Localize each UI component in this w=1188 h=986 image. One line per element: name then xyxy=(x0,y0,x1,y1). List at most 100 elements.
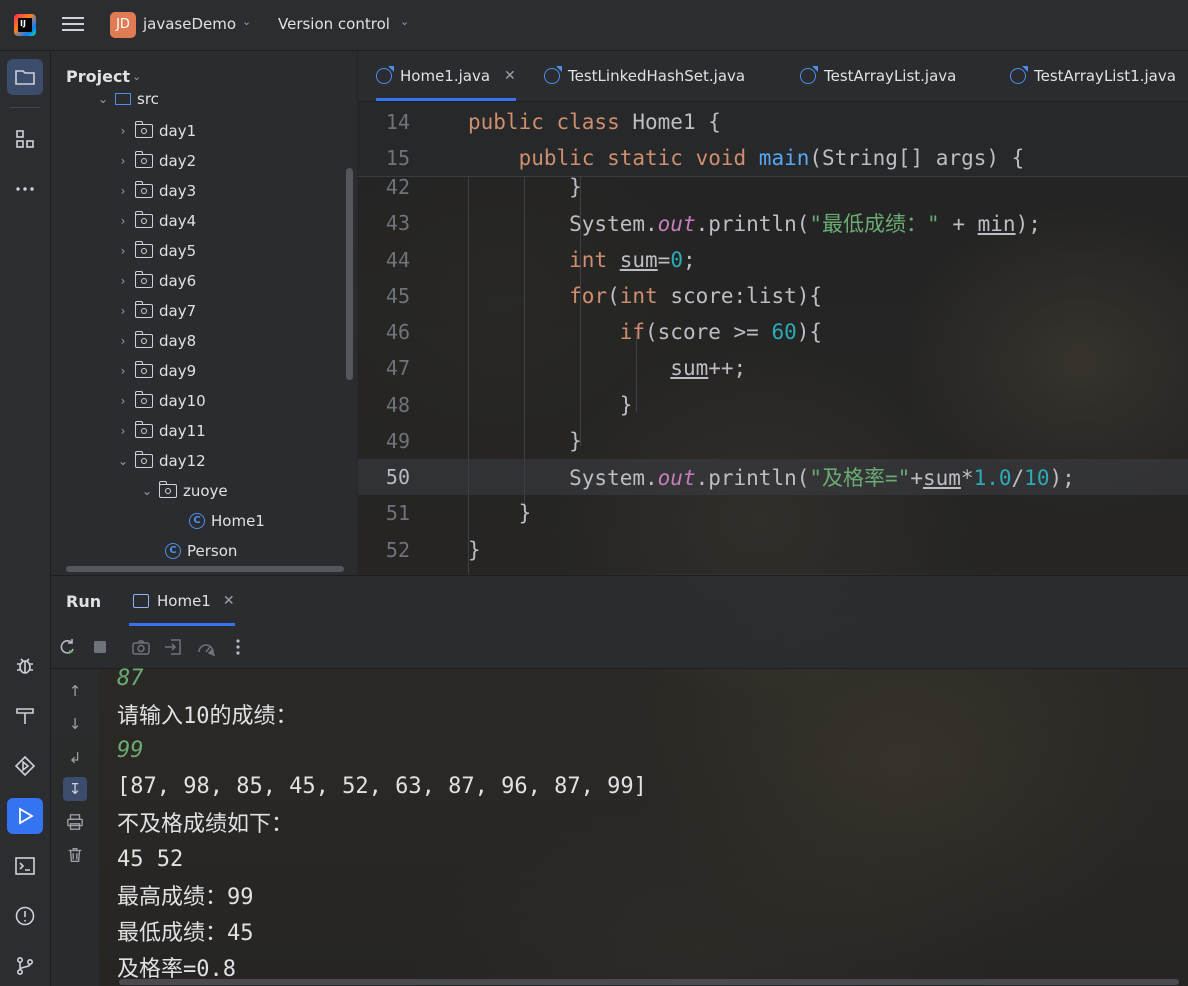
more-icon[interactable] xyxy=(7,171,43,207)
code-line-current[interactable]: 50 System.out.println("及格率="+sum*1.0/10)… xyxy=(358,459,1188,495)
chevron-right-icon[interactable]: › xyxy=(115,364,131,378)
project-name[interactable]: javaseDemo xyxy=(143,15,236,33)
tree-item-day4[interactable]: › day4 xyxy=(115,206,196,236)
chevron-down-icon[interactable]: ⌄ xyxy=(400,15,409,28)
code-line[interactable]: 51 } xyxy=(358,495,1188,531)
tab-run-home1[interactable]: Home1 ✕ xyxy=(129,576,235,626)
code-line[interactable]: 52 } xyxy=(358,532,1188,568)
chevron-right-icon[interactable]: › xyxy=(115,184,131,198)
code-line[interactable]: 42 } xyxy=(358,169,1188,205)
close-icon[interactable]: ✕ xyxy=(504,68,516,84)
chevron-right-icon[interactable]: › xyxy=(115,304,131,318)
tree-item-day8[interactable]: › day8 xyxy=(115,326,196,356)
project-panel-title[interactable]: Project xyxy=(66,67,130,86)
chevron-right-icon[interactable]: › xyxy=(115,154,131,168)
package-folder-icon xyxy=(134,241,153,258)
chevron-down-icon[interactable]: ⌄ xyxy=(115,454,131,468)
chevron-down-icon[interactable]: ⌄ xyxy=(139,484,155,498)
run-tab-label: Home1 xyxy=(157,592,211,610)
intellij-logo-icon[interactable]: IJ xyxy=(14,14,36,36)
tree-item-day11[interactable]: › day11 xyxy=(115,416,206,446)
tree-item-day6[interactable]: › day6 xyxy=(115,266,196,296)
tab-label: Home1.java xyxy=(400,67,491,85)
java-class-icon xyxy=(376,68,392,84)
code-text: public class Home1 { xyxy=(468,110,721,134)
problems-icon[interactable] xyxy=(7,898,43,934)
sticky-lines-header[interactable]: 14 public class Home1 { 15 public static… xyxy=(358,102,1188,177)
chevron-right-icon[interactable]: › xyxy=(115,244,131,258)
code-line[interactable]: 44 int sum=0; xyxy=(358,242,1188,278)
chevron-right-icon[interactable]: › xyxy=(115,124,131,138)
horizontal-scrollbar[interactable] xyxy=(66,566,344,572)
chevron-down-icon[interactable]: ⌄ xyxy=(132,70,141,83)
debug-icon[interactable] xyxy=(7,648,43,684)
tree-item-home1[interactable]: C Home1 xyxy=(187,506,265,536)
console-line: 45 52 xyxy=(117,846,184,872)
tab-testarraylist1-java[interactable]: TestArrayList1.java xyxy=(1010,51,1176,101)
structure-icon[interactable] xyxy=(7,121,43,157)
close-icon[interactable]: ✕ xyxy=(223,593,235,609)
code-line[interactable]: 49 } xyxy=(358,423,1188,459)
chevron-right-icon[interactable]: › xyxy=(115,214,131,228)
profiler-icon[interactable] xyxy=(196,637,216,657)
chevron-right-icon[interactable]: › xyxy=(115,274,131,288)
code-line[interactable]: 43 System.out.println("最低成绩：" + min); xyxy=(358,205,1188,241)
chevron-down-icon[interactable]: ⌄ xyxy=(242,15,251,28)
console-line: 请输入10的成绩： xyxy=(117,704,298,729)
tree-item-src[interactable]: ⌄ src xyxy=(95,89,159,109)
tree-item-day3[interactable]: › day3 xyxy=(115,176,196,206)
stop-icon[interactable] xyxy=(90,637,110,657)
tab-testarraylist-java[interactable]: TestArrayList.java xyxy=(800,51,956,101)
code-editor[interactable]: 14 public class Home1 { 15 public static… xyxy=(358,102,1188,574)
code-line[interactable]: 48 } xyxy=(358,387,1188,423)
code-line[interactable]: 46 if(score >= 60){ xyxy=(358,314,1188,350)
print-icon[interactable] xyxy=(63,810,87,834)
arrow-down-icon[interactable]: ↓ xyxy=(63,712,87,736)
code-line[interactable]: 14 public class Home1 { xyxy=(358,104,1188,140)
chevron-right-icon[interactable]: › xyxy=(115,334,131,348)
tree-item-day2[interactable]: › day2 xyxy=(115,146,196,176)
tree-item-label: src xyxy=(137,90,159,108)
chevron-right-icon[interactable]: › xyxy=(115,394,131,408)
tab-home1-java[interactable]: Home1.java ✕ xyxy=(376,51,516,101)
more-vertical-icon[interactable] xyxy=(228,637,248,657)
code-text: } xyxy=(468,429,582,453)
chevron-right-icon[interactable]: › xyxy=(115,424,131,438)
run-icon[interactable] xyxy=(7,798,43,834)
tree-item-zuoye[interactable]: ⌄ zuoye xyxy=(139,476,228,506)
tree-item-day7[interactable]: › day7 xyxy=(115,296,196,326)
code-line[interactable]: 45 for(int score:list){ xyxy=(358,278,1188,314)
tree-item-day1[interactable]: › day1 xyxy=(115,116,196,146)
project-badge[interactable]: JD xyxy=(110,12,136,38)
tree-item-person[interactable]: C Person xyxy=(163,536,237,566)
version-control-menu[interactable]: Version control xyxy=(278,15,390,33)
project-icon[interactable] xyxy=(7,59,43,95)
arrow-up-icon[interactable]: ↑ xyxy=(63,679,87,703)
horizontal-scrollbar[interactable] xyxy=(119,979,1179,985)
tree-item-day10[interactable]: › day10 xyxy=(115,386,206,416)
line-number: 44 xyxy=(385,248,410,272)
build-icon[interactable] xyxy=(7,698,43,734)
tab-testlinkedhashset-java[interactable]: TestLinkedHashSet.java xyxy=(544,51,745,101)
console-output[interactable]: 87 请输入10的成绩： 99 [87, 98, 85, 45, 52, 63,… xyxy=(99,666,1188,986)
chevron-down-icon[interactable]: ⌄ xyxy=(95,92,111,106)
tree-item-day5[interactable]: › day5 xyxy=(115,236,196,266)
tree-item-day9[interactable]: › day9 xyxy=(115,356,196,386)
soft-wrap-icon[interactable]: ↲ xyxy=(63,746,87,770)
vertical-scrollbar[interactable] xyxy=(346,168,353,380)
tree-item-day12[interactable]: ⌄ day12 xyxy=(115,446,206,476)
package-folder-icon xyxy=(134,331,153,348)
terminal-icon[interactable] xyxy=(7,848,43,884)
rerun-icon[interactable] xyxy=(57,637,77,657)
git-icon[interactable] xyxy=(7,948,43,984)
java-class-icon: C xyxy=(189,513,205,529)
editor-tab-bar: Home1.java ✕ TestLinkedHashSet.java Test… xyxy=(358,51,1188,102)
main-menu-icon[interactable] xyxy=(62,14,84,34)
package-folder-icon xyxy=(134,151,153,168)
code-line[interactable]: 47 sum++; xyxy=(358,350,1188,386)
camera-icon[interactable] xyxy=(131,637,151,657)
exit-icon[interactable] xyxy=(163,637,183,657)
trash-icon[interactable] xyxy=(63,843,87,867)
scroll-to-end-icon[interactable]: ↧ xyxy=(63,777,87,801)
services-icon[interactable] xyxy=(7,748,43,784)
